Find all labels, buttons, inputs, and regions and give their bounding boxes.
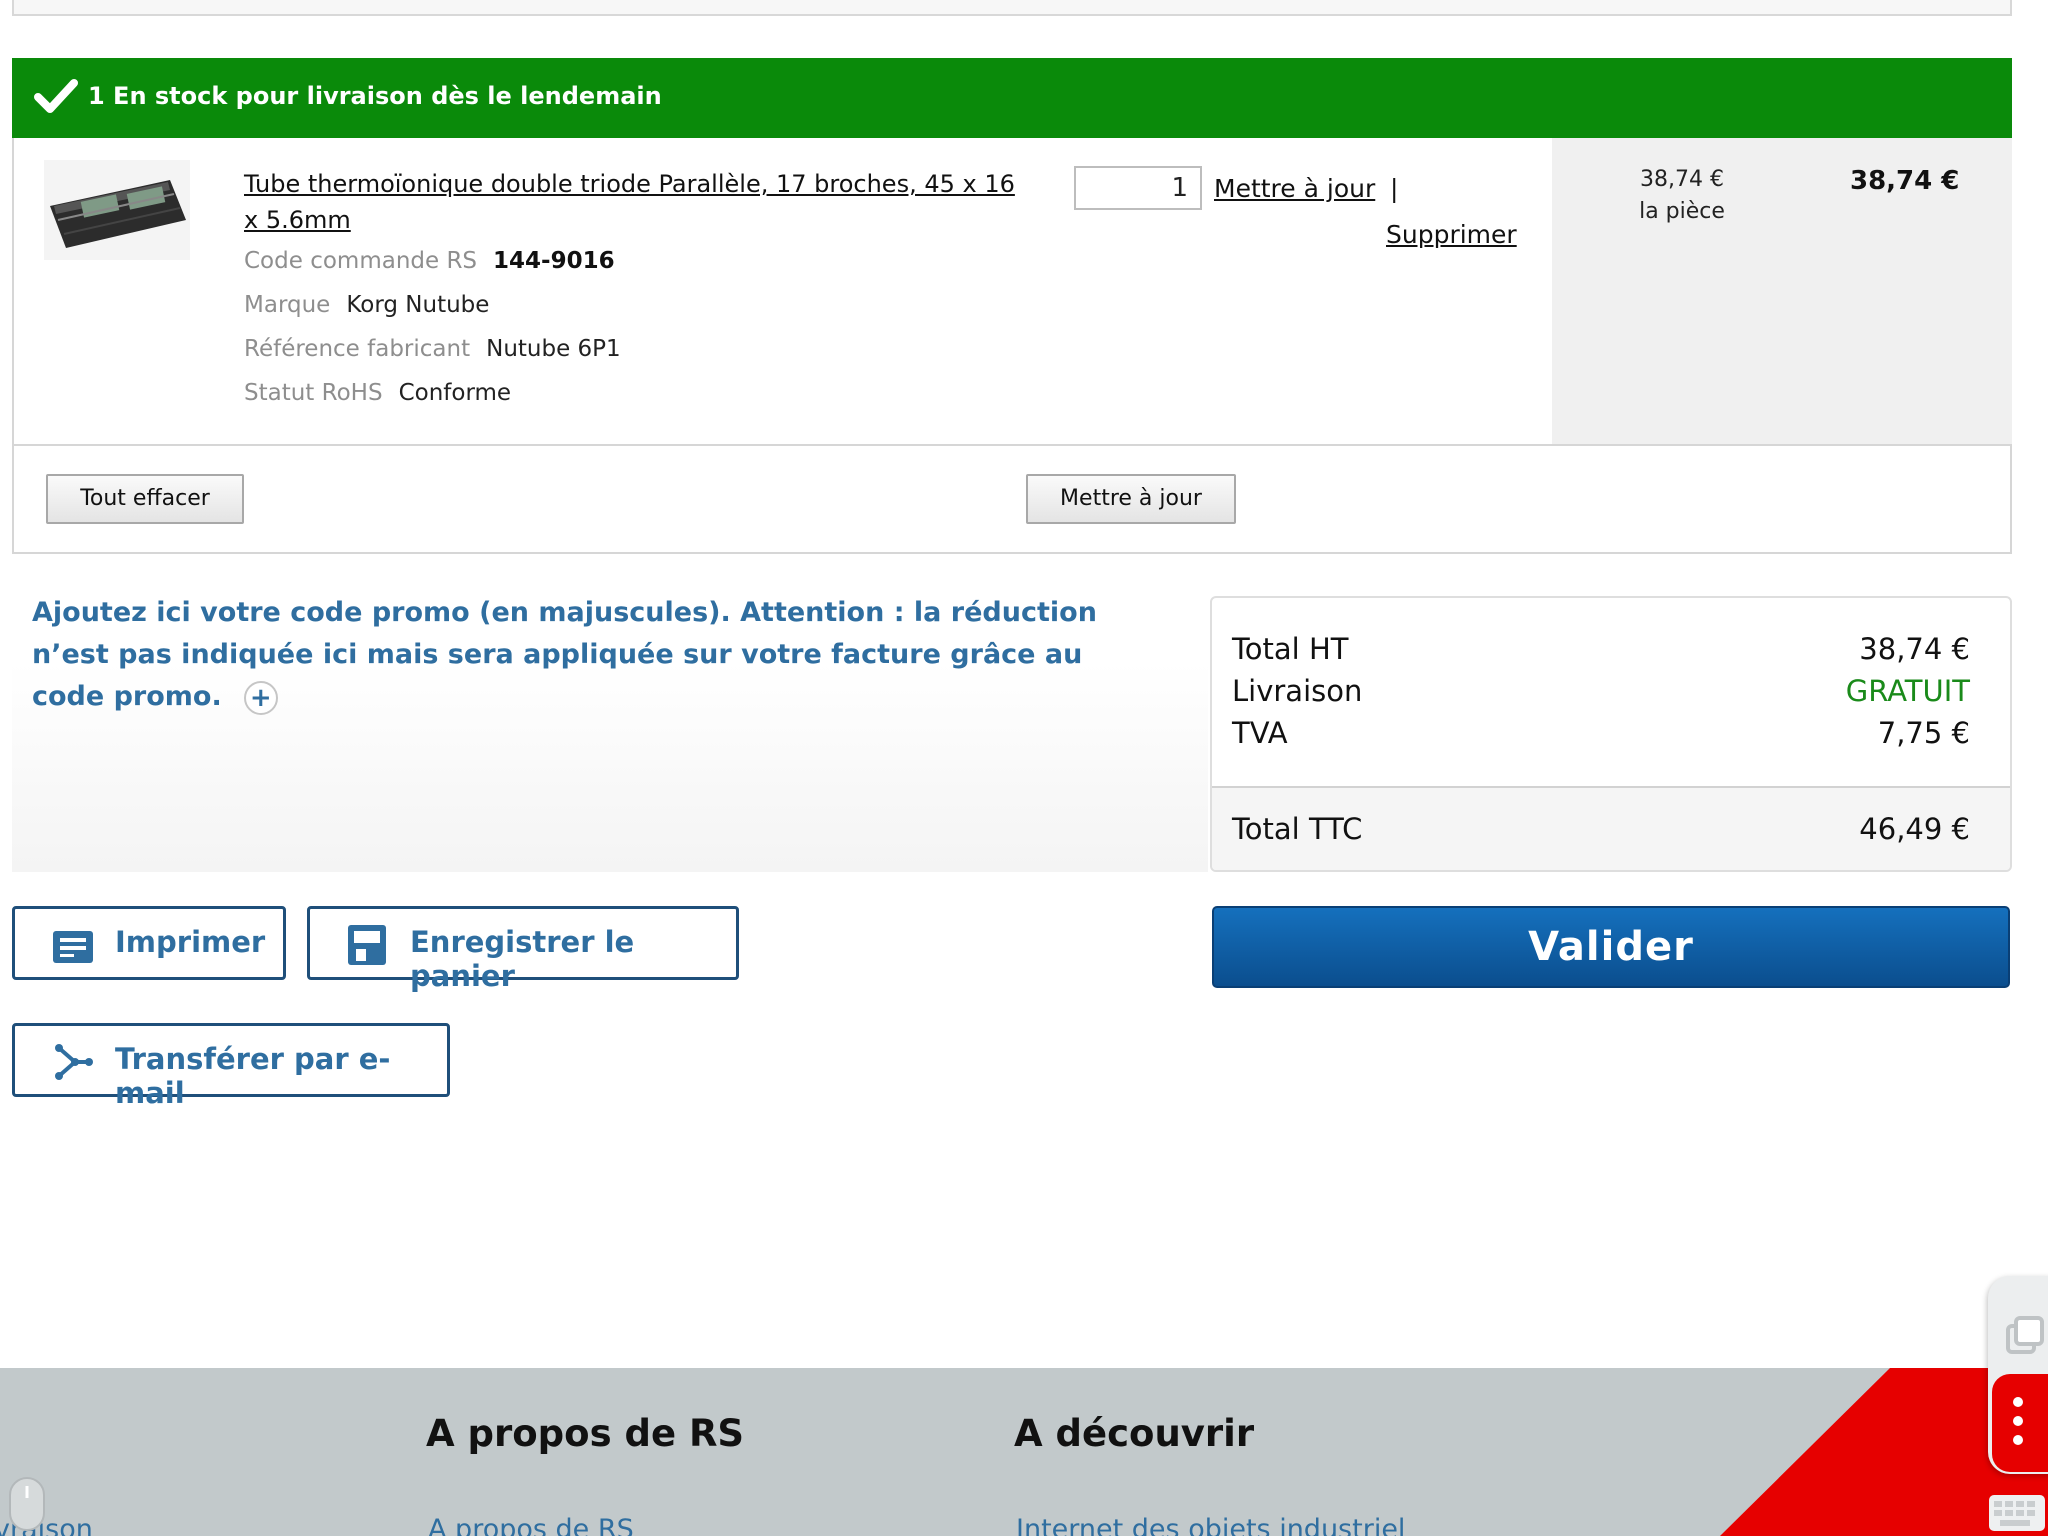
spec-rohs: Statut RoHS Conforme <box>244 380 511 406</box>
side-tab-red <box>1992 1374 2048 1472</box>
validate-button[interactable]: Valider <box>1212 906 2010 988</box>
tva-value: 7,75 € <box>1877 716 1970 750</box>
footer-heading-about: A propos de RS <box>426 1412 745 1455</box>
promo-code-panel: Ajoutez ici votre code promo (en majuscu… <box>12 572 1208 872</box>
total-ht-label: Total HT <box>1232 632 1349 666</box>
clear-all-button[interactable]: Tout effacer <box>46 474 244 524</box>
product-image[interactable] <box>44 160 190 260</box>
tva-label: TVA <box>1232 716 1288 750</box>
checkmark-icon <box>34 76 78 120</box>
spec-brand: Marque Korg Nutube <box>244 292 489 318</box>
spec-order-code: Code commande RS 144-9016 <box>244 248 615 274</box>
promo-text: Ajoutez ici votre code promo (en majuscu… <box>32 597 1097 712</box>
mouse-icon <box>8 1476 46 1532</box>
print-button[interactable]: Imprimer <box>12 906 286 980</box>
line-total: 38,74 € <box>1850 166 1960 196</box>
save-cart-button[interactable]: Enregistrer le panier <box>307 906 739 993</box>
delivery-value: GRATUIT <box>1845 674 1970 708</box>
spec-label: Référence fabricant <box>244 336 471 362</box>
email-transfer-button[interactable]: Transférer par e-mail <box>12 1023 450 1110</box>
stock-label: 1 En stock pour livraison dès le lendema… <box>88 82 662 110</box>
total-ttc-value: 46,49 € <box>1859 812 1970 846</box>
stock-banner: 1 En stock pour livraison dès le lendema… <box>12 58 2012 138</box>
total-ht-value: 38,74 € <box>1859 632 1970 666</box>
unit-price: 38,74 € la pièce <box>1612 164 1752 228</box>
footer-link-iiot[interactable]: Internet des objets industriel <box>1016 1514 1405 1536</box>
floating-side-tab[interactable] <box>1988 1276 2048 1474</box>
keyboard-icon[interactable] <box>1988 1494 2046 1532</box>
unit-price-value: 38,74 € <box>1640 167 1724 192</box>
product-title-link[interactable]: Tube thermoïonique double triode Parallè… <box>244 166 1024 238</box>
total-ht-row: Total HT 38,74 € <box>1232 632 1970 666</box>
cart-item: Tube thermoïonique double triode Parallè… <box>12 138 2012 554</box>
copy-icon[interactable] <box>2006 1316 2046 1360</box>
spec-value: Nutube 6P1 <box>486 336 621 362</box>
top-panel-edge <box>12 0 2012 16</box>
footer-heading-discover: A découvrir <box>1014 1412 1255 1455</box>
print-label: Imprimer <box>115 925 266 959</box>
more-vertical-icon[interactable] <box>2012 1396 2024 1450</box>
delete-item-link[interactable]: Supprimer <box>1386 220 1517 249</box>
spec-label: Code commande RS <box>244 248 478 274</box>
unit-price-label: la pièce <box>1639 199 1725 224</box>
delivery-label: Livraison <box>1232 674 1363 708</box>
share-icon <box>53 1042 93 1089</box>
spec-value: Conforme <box>398 380 512 406</box>
save-cart-label: Enregistrer le panier <box>410 925 635 993</box>
promo-code-toggle[interactable]: Ajoutez ici votre code promo (en majuscu… <box>32 592 1132 718</box>
spec-value: 144-9016 <box>493 248 615 274</box>
order-summary: Total HT 38,74 € Livraison GRATUIT TVA 7… <box>1210 596 2012 872</box>
spec-manufacturer-ref: Référence fabricant Nutube 6P1 <box>244 336 621 362</box>
spec-label: Statut RoHS <box>244 380 383 406</box>
quantity-input[interactable]: 1 <box>1074 166 1202 210</box>
footer: vraison A propos de RS A propos de RS A … <box>0 1368 2048 1536</box>
printer-icon <box>51 929 95 972</box>
plus-icon[interactable]: + <box>243 680 278 715</box>
link-separator: | <box>1390 174 1399 203</box>
update-cart-button[interactable]: Mettre à jour <box>1026 474 1236 524</box>
delivery-row: Livraison GRATUIT <box>1232 674 1970 708</box>
email-transfer-label: Transférer par e-mail <box>115 1042 391 1110</box>
save-icon <box>346 923 388 974</box>
update-quantity-link[interactable]: Mettre à jour <box>1214 174 1375 203</box>
divider <box>14 444 2010 446</box>
spec-label: Marque <box>244 292 331 318</box>
total-ttc-label: Total TTC <box>1232 812 1363 846</box>
total-ttc-row: Total TTC 46,49 € <box>1232 812 1970 846</box>
footer-link-about[interactable]: A propos de RS <box>428 1514 634 1536</box>
tva-row: TVA 7,75 € <box>1232 716 1970 750</box>
spec-value: Korg Nutube <box>346 292 490 318</box>
